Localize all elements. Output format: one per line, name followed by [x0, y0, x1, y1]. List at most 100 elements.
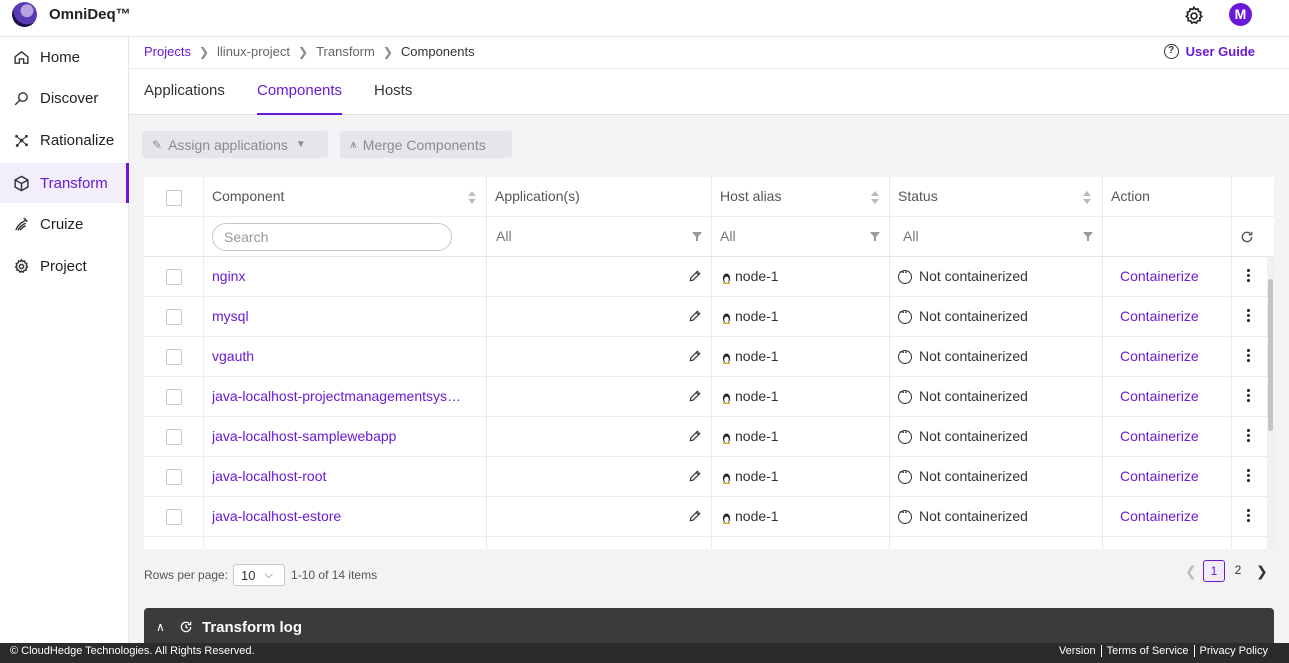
header-host-alias[interactable]: Host alias: [712, 177, 781, 217]
breadcrumb-current: Components: [400, 44, 475, 59]
tab-hosts[interactable]: Hosts: [374, 82, 412, 115]
component-link[interactable]: mysql: [212, 297, 478, 336]
breadcrumb-transform[interactable]: Transform: [316, 44, 375, 59]
sidebar-item-project[interactable]: Project: [0, 246, 129, 286]
transform-log-panel[interactable]: ∧ Transform log: [144, 608, 1274, 643]
more-options-icon[interactable]: [1247, 269, 1251, 285]
next-page-button[interactable]: ❯: [1256, 563, 1268, 580]
filter-icon[interactable]: [870, 232, 880, 241]
more-options-icon[interactable]: [1247, 389, 1251, 405]
footer-link-privacy[interactable]: Privacy Policy: [1193, 645, 1273, 657]
user-guide-link[interactable]: ? User Guide: [1163, 44, 1255, 59]
row-checkbox[interactable]: [166, 429, 182, 445]
user-avatar[interactable]: M: [1229, 3, 1252, 26]
chevron-up-icon[interactable]: ∧: [156, 620, 165, 634]
sidebar-item-label: Transform: [40, 174, 108, 192]
component-link[interactable]: java-localhost-estore: [212, 497, 478, 536]
sidebar-item-label: Discover: [40, 89, 99, 107]
table-row: java-localhost-... node-1 Not containeri…: [144, 537, 1267, 549]
containerize-link[interactable]: Containerize: [1120, 417, 1199, 456]
filter-icon[interactable]: [692, 232, 702, 241]
assign-applications-button[interactable]: ✎ Assign applications ▼: [142, 131, 328, 158]
tab-bar: Applications Components Hosts: [129, 69, 1289, 115]
refresh-icon[interactable]: [1240, 230, 1254, 244]
component-link[interactable]: java-localhost-root: [212, 457, 478, 496]
host-alias: node-1: [735, 468, 779, 484]
applications-filter-value[interactable]: All: [496, 217, 512, 256]
merge-components-button[interactable]: ⩚ Merge Components: [340, 131, 512, 158]
rows-per-page-select[interactable]: 10 ⌵: [233, 564, 286, 586]
row-checkbox[interactable]: [166, 509, 182, 525]
more-options-icon[interactable]: [1247, 469, 1251, 485]
row-checkbox[interactable]: [166, 349, 182, 365]
containerize-link[interactable]: Containerize: [1120, 257, 1199, 296]
tab-applications[interactable]: Applications: [144, 82, 225, 115]
component-link[interactable]: java-localhost-samplewebapp: [212, 417, 478, 456]
sidebar-item-rationalize[interactable]: Rationalize: [0, 120, 129, 160]
rows-per-page-value: 10: [241, 567, 256, 583]
row-checkbox[interactable]: [166, 389, 182, 405]
select-all-checkbox[interactable]: [166, 190, 182, 206]
edit-pencil-icon[interactable]: [688, 309, 702, 323]
component-link[interactable]: java-localhost-...: [212, 537, 478, 549]
more-options-icon[interactable]: [1247, 509, 1251, 525]
sort-icon[interactable]: [468, 191, 476, 205]
page-button-2[interactable]: 2: [1227, 560, 1249, 582]
edit-pencil-icon[interactable]: [688, 389, 702, 403]
header-component[interactable]: Component: [204, 177, 284, 217]
containerize-link[interactable]: Containerize: [1120, 377, 1199, 416]
rows-per-page: Rows per page: 10 ⌵ 1-10 of 14 items: [144, 564, 377, 586]
settings-gear-icon[interactable]: [1183, 5, 1205, 27]
status-text: Not containerized: [919, 537, 1028, 549]
host-alias: node-1: [735, 268, 779, 284]
row-checkbox[interactable]: [166, 269, 182, 285]
chevron-right-icon: ❯: [382, 44, 393, 59]
containerize-link[interactable]: Containerize: [1120, 337, 1199, 376]
more-options-icon[interactable]: [1247, 309, 1251, 325]
breadcrumb-project-name[interactable]: llinux-project: [217, 44, 290, 59]
edit-pencil-icon[interactable]: [688, 429, 702, 443]
containerize-link[interactable]: Containerize: [1120, 497, 1199, 536]
edit-pencil-icon[interactable]: [688, 269, 702, 283]
edit-pencil-icon[interactable]: [688, 469, 702, 483]
breadcrumb-projects[interactable]: Projects: [144, 44, 191, 59]
containerize-link[interactable]: Containerize: [1120, 537, 1199, 549]
row-checkbox[interactable]: [166, 309, 182, 325]
more-options-icon[interactable]: [1247, 349, 1251, 365]
footer: © CloudHedge Technologies. All Rights Re…: [0, 643, 1289, 663]
containerize-link[interactable]: Containerize: [1120, 457, 1199, 496]
component-search-input[interactable]: Search: [212, 223, 452, 251]
sidebar-item-discover[interactable]: Discover: [0, 78, 129, 118]
sidebar-item-transform[interactable]: Transform: [0, 163, 129, 203]
component-link[interactable]: nginx: [212, 257, 478, 296]
sort-icon[interactable]: [1083, 191, 1091, 205]
table-scrollbar-thumb[interactable]: [1268, 279, 1273, 431]
sort-icon[interactable]: [871, 191, 879, 205]
component-link[interactable]: java-localhost-projectmanagementsys…: [212, 377, 478, 416]
edit-pencil-icon[interactable]: [688, 509, 702, 523]
more-options-icon[interactable]: [1247, 429, 1251, 445]
page-button-1[interactable]: 1: [1203, 560, 1225, 582]
status-filter-value[interactable]: All: [903, 217, 919, 256]
top-bar: OmniDeq™ M: [0, 0, 1289, 37]
filter-icon[interactable]: [1083, 232, 1093, 241]
sidebar-item-cruize[interactable]: Cruize: [0, 204, 129, 244]
previous-page-button[interactable]: ❮: [1185, 563, 1197, 580]
pencil-icon: ✎: [152, 137, 163, 152]
component-link[interactable]: vgauth: [212, 337, 478, 376]
row-checkbox[interactable]: [166, 469, 182, 485]
copyright: © CloudHedge Technologies. All Rights Re…: [10, 645, 255, 657]
table-row: vgauth node-1 Not containerized Containe…: [144, 337, 1267, 377]
footer-link-terms[interactable]: Terms of Service: [1100, 645, 1194, 657]
tab-components[interactable]: Components: [257, 82, 343, 115]
footer-link-version[interactable]: Version: [1054, 645, 1101, 657]
host-filter-value[interactable]: All: [720, 217, 736, 256]
edit-pencil-icon[interactable]: [688, 349, 702, 363]
sidebar-item-home[interactable]: Home: [0, 37, 129, 77]
merge-icon: ⩚: [350, 137, 357, 151]
merge-components-label: Merge Components: [362, 136, 486, 153]
containerize-link[interactable]: Containerize: [1120, 297, 1199, 336]
header-applications: Application(s): [495, 188, 580, 204]
header-status[interactable]: Status: [890, 177, 938, 217]
omnideq-logo-icon[interactable]: [12, 2, 37, 27]
